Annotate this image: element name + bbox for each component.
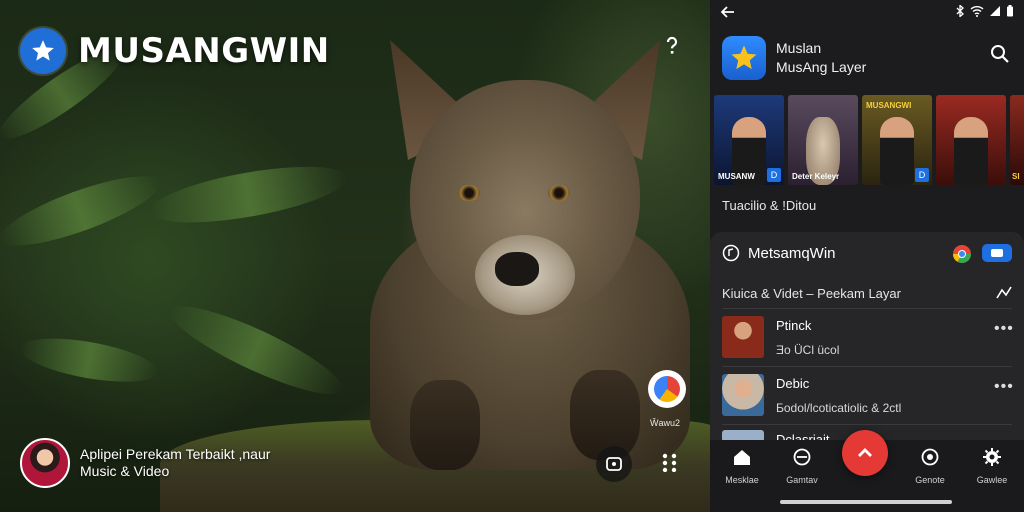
more-options-icon[interactable]: ••• [994,378,1014,396]
hero-caption-line2: Music & Video [80,463,170,479]
toggle-switch[interactable] [982,244,1012,262]
list-item[interactable]: Ptinck Ǝo ÜCl ücol [722,316,839,358]
brand-logo-icon [20,28,66,74]
thumbnail-caption: MUSANGWI [866,101,912,110]
app-title-line2: MusAng Layer [776,59,867,75]
card-subtitle: Kiuica & Videt – Peekam Layar [722,286,901,301]
location-pin-icon[interactable] [648,370,686,408]
fern-leaf [16,330,161,391]
thumbnail-badge: D [767,168,781,182]
home-indicator[interactable] [780,500,952,504]
hero-caption-line1: Aplipei Perekam Terbaikt ,naur [80,446,271,462]
divider [722,424,1012,425]
civet-animal [370,40,690,470]
list-item[interactable]: Debic Ƃodol/lcoticatiolic & 2ctl [722,374,901,416]
screen: MUSANGWIN Ŵawu2 Aplipei Perekam Terbaikt… [0,0,1024,512]
fab-expand-button[interactable] [842,430,888,476]
nav-label: Mesklae [725,475,759,485]
camera-button[interactable] [596,446,632,482]
thumbnail[interactable]: SI [1010,95,1024,185]
camera-icon [606,457,622,471]
chrome-icon[interactable] [952,244,972,264]
thumbnail[interactable]: MUSANGWI D [862,95,932,185]
track-subtitle: Ƃodol/lcoticatiolic & 2ctl [776,401,902,415]
grid-icon[interactable] [660,452,680,472]
pin-label: Ŵawu2 [650,418,681,428]
avatar[interactable] [20,438,70,488]
track-title: Ptinck [776,318,812,333]
signal-icon [990,6,1000,16]
thumbnail-badge: D [915,168,929,182]
track-thumbnail [722,374,764,416]
nav-item-record[interactable]: Genote [902,448,958,485]
nav-item-settings[interactable]: Gawlee [964,448,1020,485]
status-icons [955,5,1014,17]
search-icon[interactable] [990,44,1010,64]
hero-caption: Aplipei Perekam Terbaikt ,naur Music & V… [80,446,270,480]
track-subtitle: Ǝo ÜCl ücol [776,343,840,357]
hero-image: MUSANGWIN Ŵawu2 Aplipei Perekam Terbaikt… [0,0,710,512]
thumbnail-caption: SI [1012,172,1020,181]
thumbnail[interactable] [936,95,1006,185]
home-icon [734,450,750,465]
hero-footer: Aplipei Perekam Terbaikt ,naur Music & V… [20,438,270,488]
thumbnail[interactable]: MUSANW D [714,95,784,185]
divider [722,366,1012,367]
divider [722,308,1012,309]
fern-leaf [0,163,167,259]
nav-item-home[interactable]: Mesklae [714,448,770,485]
track-title: Debic [776,376,810,391]
section-label: Tuacilio & !Ditou [722,198,817,213]
app-title: Muslan MusAng Layer [776,39,866,77]
explore-icon [793,448,811,466]
fern-leaf [161,291,351,409]
nav-label: Gamtav [786,475,818,485]
chevron-up-icon [858,448,872,457]
nav-label: Genote [915,475,945,485]
status-bar [710,0,1024,24]
track-thumbnail [722,316,764,358]
thumbnail-caption: MUSANW [718,172,755,181]
card-header: MetsamqWin [722,244,836,262]
card-title: MetsamqWin [748,244,836,262]
thumbnail-row: MUSANW D Deter Keleyr MUSANGWI D SI [714,95,1024,185]
bluetooth-icon [956,5,964,17]
brand-header[interactable]: MUSANGWIN [20,28,330,74]
record-icon [921,448,939,466]
nav-label: Gawlee [976,475,1008,485]
battery-icon [1007,5,1013,17]
phone-panel: Muslan MusAng Layer MUSANW D Deter Keleyr… [710,0,1024,512]
more-options-icon[interactable]: ••• [994,320,1014,338]
music-note-icon [722,244,740,262]
wifi-icon [970,6,984,17]
settings-icon [983,448,1001,466]
nav-item-explore[interactable]: Gamtav [774,448,830,485]
thumbnail[interactable]: Deter Keleyr [788,95,858,185]
thumbnail-caption: Deter Keleyr [792,172,840,181]
app-title-line1: Muslan [776,40,822,56]
app-star-icon[interactable] [722,36,766,80]
back-arrow-icon[interactable] [720,4,736,20]
brand-name: MUSANGWIN [78,31,330,71]
sort-icon[interactable] [996,286,1012,300]
help-icon[interactable] [664,36,680,58]
fern-leaf [146,155,351,234]
app-header: Muslan MusAng Layer [722,36,866,80]
